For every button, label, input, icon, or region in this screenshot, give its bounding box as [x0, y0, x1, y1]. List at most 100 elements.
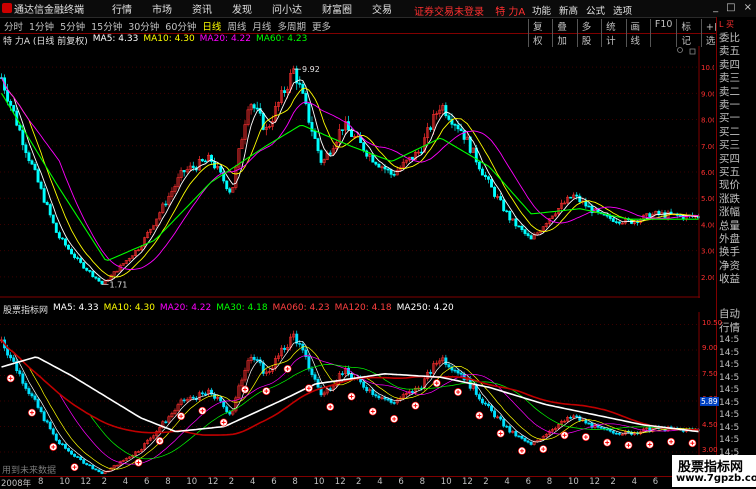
menu-item-assistant[interactable]: 问小达 — [272, 1, 302, 16]
y-tick-label: 8.00 — [701, 117, 714, 125]
y-tick-label: 10.00 — [701, 64, 714, 72]
x-tick-label: 12 — [207, 477, 219, 487]
candle-body — [578, 195, 582, 203]
tool-multi-stock[interactable]: 多股 — [576, 19, 601, 47]
settings-circle-icon[interactable] — [677, 47, 683, 53]
x-tick-label: 4 — [504, 477, 510, 487]
menu-item-news[interactable]: 资讯 — [192, 1, 212, 16]
window-controls: _ □ × — [705, 2, 752, 13]
tab-1min[interactable]: 1分钟 — [29, 19, 54, 33]
tab-5min[interactable]: 5分钟 — [60, 19, 85, 33]
candle-body — [200, 159, 204, 162]
tab-daily[interactable]: 日线 — [202, 19, 221, 33]
tool-adjust[interactable]: 复权 — [528, 19, 552, 47]
x-tick-label: 10 — [440, 477, 452, 487]
candle-body — [6, 89, 10, 102]
sub-bar-body — [328, 388, 332, 390]
candle-body — [33, 163, 37, 170]
candle-body — [60, 237, 64, 240]
main-menu: 行情 市场 资讯 发现 问小达 财富圈 交易 — [102, 1, 402, 16]
sub-bar-body — [599, 426, 603, 429]
tab-60min[interactable]: 60分钟 — [165, 19, 196, 33]
sub-bar-body — [526, 440, 530, 443]
tab-30min[interactable]: 30分钟 — [128, 19, 159, 33]
candle-body — [88, 270, 92, 272]
tab-weekly[interactable]: 周线 — [227, 19, 246, 33]
expand-square-icon[interactable] — [689, 48, 696, 55]
candle-body — [389, 169, 393, 175]
tool-mark[interactable]: 标记 — [676, 19, 700, 47]
tick-time: 14:5 — [719, 410, 740, 420]
candle-body — [18, 124, 22, 131]
y-tick-label: 2.00 — [701, 274, 714, 282]
login-notice[interactable]: 证券交易未登录 特 力A — [414, 3, 525, 18]
x-tick-label: 6 — [144, 477, 150, 487]
quote-side-panel: L 买 委比 卖五 卖四 卖三 卖二 卖一 买一 买二 买三 买四 买五 现价 涨跌 涨幅 总量 外盘 换手 净资… — [716, 17, 756, 487]
candle-body — [514, 218, 518, 227]
candle-body — [614, 221, 618, 223]
candle-body — [319, 150, 323, 163]
close-icon[interactable]: × — [744, 2, 752, 13]
period-toolbar: 分时 1分钟 5分钟 15分钟 30分钟 60分钟 日线 周线 月线 多周期 更… — [0, 18, 756, 47]
sub-bar-body — [444, 357, 448, 365]
minimize-icon[interactable]: _ — [713, 2, 718, 13]
sub-ma5-line — [1, 339, 699, 472]
indicator-chart[interactable] — [0, 312, 700, 475]
menu-item-trade[interactable]: 交易 — [372, 1, 392, 16]
candle-body — [85, 267, 89, 271]
main-price-chart[interactable]: 9.92 1.71 — [0, 46, 700, 298]
maximize-icon[interactable]: □ — [726, 2, 735, 13]
menu-formula[interactable]: 公式 — [586, 3, 605, 17]
tab-15min[interactable]: 15分钟 — [91, 19, 122, 33]
tab-minute[interactable]: 分时 — [4, 19, 23, 33]
tick-time: 14:5 — [719, 372, 740, 383]
candle-body — [499, 196, 503, 201]
candle-body — [350, 129, 353, 137]
sub-bar-body — [499, 416, 503, 420]
x-tick-label: 12 — [462, 477, 473, 487]
candle-body — [377, 163, 381, 168]
tool-f10[interactable]: F10 — [649, 19, 677, 47]
tool-draw[interactable]: 画线 — [625, 19, 650, 47]
auto-toggle[interactable]: 自动 — [719, 306, 740, 321]
legend-ma60: MA60: 4.23 — [255, 34, 308, 44]
menu-item-quotes[interactable]: 行情 — [112, 1, 132, 16]
candle-body — [51, 214, 55, 224]
sub-bar-body — [310, 368, 314, 375]
tool-overlay[interactable]: 叠加 — [552, 19, 576, 47]
candle-body — [54, 222, 58, 233]
candle-body — [663, 212, 667, 218]
sub-bar-body — [21, 373, 25, 384]
menu-options[interactable]: 选项 — [613, 3, 632, 17]
tab-monthly[interactable]: 月线 — [252, 19, 271, 33]
candle-body — [508, 211, 512, 221]
candle-body — [12, 105, 16, 112]
menu-new-high[interactable]: 新高 — [559, 3, 578, 17]
sub-bar-body — [30, 393, 34, 397]
x-tick-label: 8 — [165, 477, 171, 487]
sub-bar-body — [57, 439, 61, 445]
menu-item-discover[interactable]: 发现 — [232, 1, 252, 16]
menu-item-wealth[interactable]: 财富圈 — [322, 1, 352, 16]
candle-body — [429, 127, 433, 130]
ma60-line — [1, 93, 699, 261]
sub-bar-body — [298, 343, 302, 345]
tab-multi-period[interactable]: 多周期 — [277, 19, 306, 33]
candle-body — [374, 161, 378, 165]
candle-body — [219, 166, 223, 173]
sub-bar-body — [483, 402, 487, 405]
stock-title: 特 力A (日线 前复权) — [3, 37, 88, 47]
sub-bar-body — [480, 398, 484, 404]
menu-function[interactable]: 功能 — [532, 3, 551, 17]
x-tick-label: 6 — [271, 477, 277, 487]
tab-more[interactable]: 更多 — [312, 19, 331, 33]
candle-body — [30, 160, 34, 165]
sub-bar-body — [48, 421, 52, 430]
candle-body — [483, 174, 487, 178]
ma5-line — [1, 77, 699, 282]
sub-ma10-line — [1, 339, 699, 470]
tool-stats[interactable]: 统计 — [601, 19, 625, 47]
sub-bar-body — [377, 395, 381, 399]
menu-item-market[interactable]: 市场 — [152, 1, 172, 16]
sub-bar-body — [569, 417, 573, 419]
